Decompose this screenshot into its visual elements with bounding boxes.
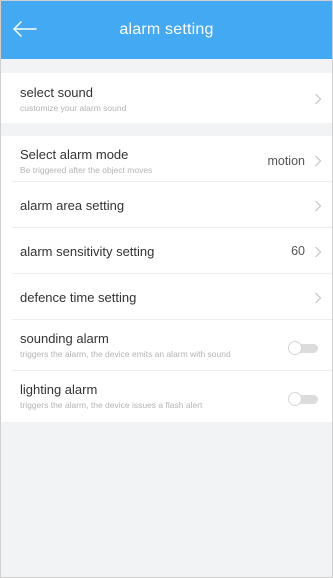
alarm-settings-section: Select alarm mode Be triggered after the… bbox=[1, 136, 332, 422]
page-title: alarm setting bbox=[119, 21, 214, 38]
chevron-right-icon bbox=[314, 200, 322, 212]
app-frame: alarm setting select sound customize you… bbox=[0, 0, 333, 578]
alarm-mode-row[interactable]: Select alarm mode Be triggered after the… bbox=[1, 136, 332, 182]
alarm-sensitivity-row[interactable]: alarm sensitivity setting 60 bbox=[1, 228, 332, 274]
lighting-alarm-toggle[interactable] bbox=[288, 392, 320, 406]
back-arrow-icon bbox=[13, 21, 37, 37]
toggle-knob bbox=[288, 392, 302, 406]
chevron-right-icon bbox=[314, 155, 322, 167]
sounding-alarm-label: sounding alarm bbox=[20, 331, 109, 346]
select-sound-label: select sound bbox=[20, 85, 93, 100]
alarm-sensitivity-label: alarm sensitivity setting bbox=[20, 244, 155, 259]
chevron-right-icon bbox=[314, 292, 322, 304]
lighting-alarm-label: lighting alarm bbox=[20, 382, 98, 397]
back-button[interactable] bbox=[11, 17, 39, 41]
alarm-mode-sublabel: Be triggered after the object moves bbox=[20, 165, 153, 175]
lighting-alarm-sublabel: triggers the alarm, the device issues a … bbox=[20, 400, 203, 410]
defence-time-label: defence time setting bbox=[20, 290, 137, 305]
toggle-knob bbox=[288, 341, 302, 355]
alarm-mode-label: Select alarm mode bbox=[20, 147, 129, 162]
defence-time-row[interactable]: defence time setting bbox=[1, 274, 332, 320]
chevron-right-icon bbox=[314, 93, 322, 105]
chevron-right-icon bbox=[314, 246, 322, 258]
header-bar: alarm setting bbox=[1, 1, 332, 59]
sounding-alarm-row: sounding alarm triggers the alarm, the d… bbox=[1, 320, 332, 371]
alarm-area-row[interactable]: alarm area setting bbox=[1, 182, 332, 228]
alarm-area-label: alarm area setting bbox=[20, 198, 125, 213]
sounding-alarm-sublabel: triggers the alarm, the device emits an … bbox=[20, 349, 231, 359]
lighting-alarm-row: lighting alarm triggers the alarm, the d… bbox=[1, 371, 332, 422]
select-sound-row[interactable]: select sound customize your alarm sound bbox=[1, 73, 332, 123]
select-sound-sublabel: customize your alarm sound bbox=[20, 103, 127, 113]
alarm-mode-value: motion bbox=[267, 154, 305, 168]
sounding-alarm-toggle[interactable] bbox=[288, 341, 320, 355]
alarm-sensitivity-value: 60 bbox=[291, 244, 305, 258]
